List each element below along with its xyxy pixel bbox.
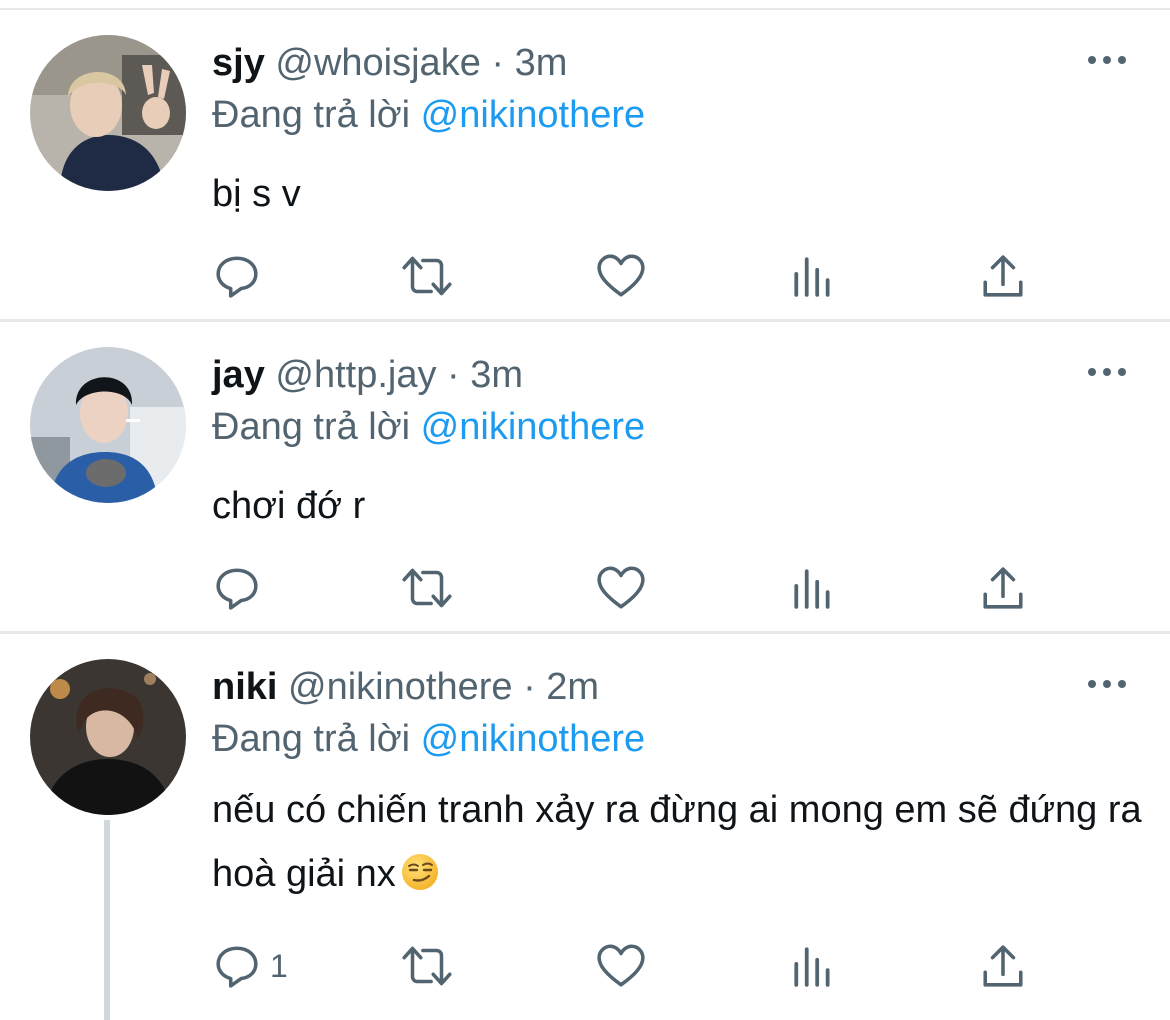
tweet-text: nếu có chiến tranh xảy ra đừng ai mong e… xyxy=(212,778,1142,912)
display-name[interactable]: jay xyxy=(212,354,265,396)
mention-link[interactable]: @nikinothere xyxy=(421,406,645,448)
tweet-text: bị s v xyxy=(212,173,301,215)
views-button[interactable] xyxy=(792,246,834,306)
heart-icon xyxy=(596,253,646,299)
share-button[interactable] xyxy=(980,246,1026,306)
user-handle[interactable]: @http.jay xyxy=(275,354,436,396)
retweet-button[interactable] xyxy=(398,246,456,306)
smirking-face-emoji xyxy=(400,848,440,912)
user-handle[interactable]: @whoisjake xyxy=(275,42,480,84)
heart-icon xyxy=(596,565,646,611)
reply-bubble-icon xyxy=(214,565,260,611)
timestamp[interactable]: 2m xyxy=(546,666,599,708)
views-bar-chart-icon xyxy=(792,253,834,299)
thread-connector-line xyxy=(104,820,110,1020)
tweet-card[interactable]: niki @nikinothere · 2m Đang trả lời @nik… xyxy=(0,634,1170,1020)
share-button[interactable] xyxy=(980,558,1026,618)
retweet-icon xyxy=(398,565,456,611)
reply-bubble-icon xyxy=(214,253,260,299)
share-upload-icon xyxy=(980,943,1026,989)
like-button[interactable] xyxy=(596,936,646,996)
avatar[interactable] xyxy=(30,347,186,503)
tweet-card[interactable]: jay @http.jay · 3m Đang trả lời @nikinot… xyxy=(0,322,1170,632)
reply-button[interactable] xyxy=(214,246,270,306)
retweet-button[interactable] xyxy=(398,936,456,996)
timestamp[interactable]: 3m xyxy=(470,354,523,396)
reply-button[interactable]: 1 xyxy=(214,936,288,996)
reply-bubble-icon xyxy=(214,943,260,989)
share-upload-icon xyxy=(980,565,1026,611)
tweet-text-content: nếu có chiến tranh xảy ra đừng ai mong e… xyxy=(212,789,1142,895)
retweet-button[interactable] xyxy=(398,558,456,618)
action-bar xyxy=(212,558,1052,618)
avatar[interactable] xyxy=(30,35,186,191)
views-button[interactable] xyxy=(792,936,834,996)
avatar[interactable] xyxy=(30,659,186,815)
timestamp[interactable]: 3m xyxy=(515,42,568,84)
replying-to: Đang trả lời @nikinothere xyxy=(212,404,645,450)
more-horizontal-icon xyxy=(1086,50,1128,70)
action-bar: 1 xyxy=(212,936,1052,996)
tweet-header: jay @http.jay · 3m xyxy=(212,352,523,398)
mention-link[interactable]: @nikinothere xyxy=(421,718,645,760)
views-bar-chart-icon xyxy=(792,565,834,611)
like-button[interactable] xyxy=(596,246,646,306)
more-options-button[interactable] xyxy=(1086,50,1128,70)
tweet-header: niki @nikinothere · 2m xyxy=(212,664,599,710)
more-options-button[interactable] xyxy=(1086,362,1128,382)
more-options-button[interactable] xyxy=(1086,674,1128,694)
like-button[interactable] xyxy=(596,558,646,618)
more-horizontal-icon xyxy=(1086,362,1128,382)
replying-to-label: Đang trả lời xyxy=(212,718,411,760)
tweet-text: chơi đớ r xyxy=(212,485,366,527)
reply-count: 1 xyxy=(270,947,288,984)
mention-link[interactable]: @nikinothere xyxy=(421,94,645,136)
separator-dot: · xyxy=(523,666,536,708)
replying-to-label: Đang trả lời xyxy=(212,94,411,136)
tweet-header: sjy @whoisjake · 3m xyxy=(212,40,567,86)
replying-to-label: Đang trả lời xyxy=(212,406,411,448)
views-bar-chart-icon xyxy=(792,943,834,989)
more-horizontal-icon xyxy=(1086,674,1128,694)
action-bar xyxy=(212,246,1052,306)
retweet-icon xyxy=(398,253,456,299)
share-upload-icon xyxy=(980,253,1026,299)
display-name[interactable]: niki xyxy=(212,666,277,708)
retweet-icon xyxy=(398,943,456,989)
tweet-card[interactable]: sjy @whoisjake · 3m Đang trả lời @nikino… xyxy=(0,10,1170,320)
reply-button[interactable] xyxy=(214,558,270,618)
views-button[interactable] xyxy=(792,558,834,618)
separator-dot: · xyxy=(491,42,505,84)
user-handle[interactable]: @nikinothere xyxy=(288,666,512,708)
replying-to: Đang trả lời @nikinothere xyxy=(212,92,645,138)
replying-to: Đang trả lời @nikinothere xyxy=(212,716,645,762)
separator-dot: · xyxy=(447,354,460,396)
share-button[interactable] xyxy=(980,936,1026,996)
heart-icon xyxy=(596,943,646,989)
display-name[interactable]: sjy xyxy=(212,42,265,84)
